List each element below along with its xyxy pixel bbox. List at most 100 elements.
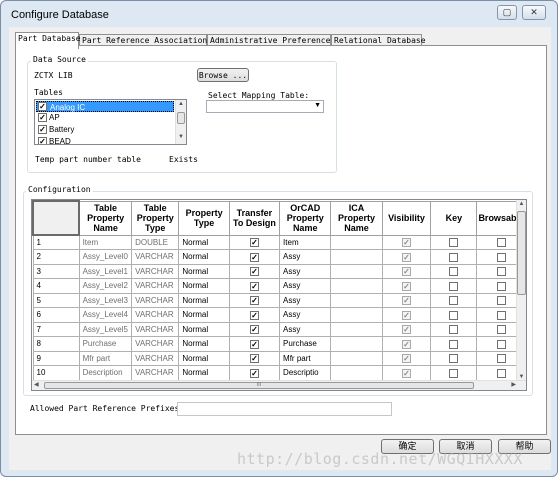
cell-transfer-to-design[interactable]: ✓ bbox=[228, 350, 281, 366]
cell-key[interactable] bbox=[430, 278, 478, 294]
cell-ica-property-name[interactable] bbox=[330, 336, 383, 352]
check-icon[interactable]: ✓ bbox=[38, 125, 47, 134]
check-icon[interactable]: ✓ bbox=[402, 238, 412, 248]
scroll-down-icon[interactable]: ▼ bbox=[177, 134, 185, 143]
mapping-table-select[interactable]: ▼ bbox=[206, 100, 324, 113]
cell-table-property-type[interactable]: VARCHAR bbox=[131, 263, 180, 279]
check-icon[interactable]: ✓ bbox=[402, 296, 412, 306]
grid-vertical-scrollbar[interactable]: ▲ ▼ bbox=[516, 200, 526, 381]
listbox-scrollbar[interactable]: ▲ ▼ bbox=[175, 100, 186, 144]
scroll-left-icon[interactable]: ◀ bbox=[34, 381, 39, 388]
cell-table-property-name[interactable]: Assy_Level2 bbox=[78, 278, 133, 294]
cell-property-type[interactable]: Normal bbox=[178, 365, 230, 381]
cell-table-property-type[interactable]: VARCHAR bbox=[131, 278, 180, 294]
check-icon[interactable]: ✓ bbox=[38, 137, 47, 144]
check-icon[interactable]: ✓ bbox=[402, 339, 412, 349]
cell-orcad-property-name[interactable]: Assy bbox=[279, 263, 332, 279]
cell-table-property-name[interactable]: Assy_Level1 bbox=[78, 263, 133, 279]
check-icon[interactable] bbox=[496, 325, 506, 335]
cell-property-type[interactable]: Normal bbox=[178, 278, 230, 294]
column-header[interactable]: Table Property Type bbox=[131, 200, 180, 236]
configuration-grid[interactable]: Table Property Name Table Property Type … bbox=[31, 199, 527, 391]
cell-transfer-to-design[interactable]: ✓ bbox=[228, 249, 281, 265]
check-icon[interactable] bbox=[449, 238, 459, 248]
cell-key[interactable] bbox=[430, 321, 478, 337]
cell-transfer-to-design[interactable]: ✓ bbox=[228, 292, 281, 308]
cell-table-property-name[interactable]: Mfr part bbox=[78, 350, 133, 366]
cell-transfer-to-design[interactable]: ✓ bbox=[228, 321, 281, 337]
list-item[interactable]: Battery bbox=[36, 124, 174, 135]
cell-table-property-type[interactable]: VARCHAR bbox=[131, 336, 180, 352]
column-header[interactable]: Property Type bbox=[178, 200, 230, 236]
scroll-up-icon[interactable]: ▲ bbox=[177, 101, 185, 110]
cell-visibility[interactable]: ✓ bbox=[381, 234, 432, 250]
row-number[interactable]: 7 bbox=[32, 321, 80, 337]
cell-visibility[interactable]: ✓ bbox=[381, 307, 432, 323]
cell-visibility[interactable]: ✓ bbox=[381, 321, 432, 337]
cell-orcad-property-name[interactable]: Purchase bbox=[279, 336, 332, 352]
grid-scroll-thumb[interactable] bbox=[517, 211, 526, 295]
check-icon[interactable]: ✓ bbox=[249, 238, 259, 248]
check-icon[interactable] bbox=[449, 281, 459, 291]
cell-key[interactable] bbox=[430, 307, 478, 323]
cell-visibility[interactable]: ✓ bbox=[381, 249, 432, 265]
cell-ica-property-name[interactable] bbox=[330, 263, 383, 279]
cell-ica-property-name[interactable] bbox=[330, 307, 383, 323]
list-item[interactable]: Analog IC bbox=[36, 101, 174, 112]
cell-table-property-type[interactable]: DOUBLE bbox=[131, 234, 180, 250]
cell-property-type[interactable]: Normal bbox=[178, 292, 230, 308]
check-icon[interactable] bbox=[449, 325, 459, 335]
grid-hscroll-thumb[interactable]: III bbox=[44, 382, 474, 389]
check-icon[interactable]: ✓ bbox=[249, 310, 259, 320]
cell-orcad-property-name[interactable]: Assy bbox=[279, 278, 332, 294]
cell-table-property-type[interactable]: VARCHAR bbox=[131, 292, 180, 308]
cell-transfer-to-design[interactable]: ✓ bbox=[228, 336, 281, 352]
cell-table-property-type[interactable]: VARCHAR bbox=[131, 249, 180, 265]
check-icon[interactable]: ✓ bbox=[402, 368, 412, 378]
check-icon[interactable] bbox=[496, 310, 506, 320]
cell-orcad-property-name[interactable]: Descriptio bbox=[279, 365, 332, 381]
cell-table-property-type[interactable]: VARCHAR bbox=[131, 365, 180, 381]
check-icon[interactable] bbox=[496, 252, 506, 262]
check-icon[interactable] bbox=[449, 354, 459, 364]
cell-visibility[interactable]: ✓ bbox=[381, 365, 432, 381]
table-row[interactable]: 6 Assy_Level4 VARCHAR Normal ✓ Assy ✓ bbox=[32, 307, 526, 323]
cell-key[interactable] bbox=[430, 350, 478, 366]
check-icon[interactable] bbox=[496, 339, 506, 349]
table-row[interactable]: 4 Assy_Level2 VARCHAR Normal ✓ Assy ✓ bbox=[32, 278, 526, 294]
cell-orcad-property-name[interactable]: Assy bbox=[279, 307, 332, 323]
check-icon[interactable] bbox=[449, 267, 459, 277]
grid-horizontal-scrollbar[interactable]: ◀ III ▶ bbox=[32, 380, 526, 390]
check-icon[interactable]: ✓ bbox=[249, 296, 259, 306]
cell-ica-property-name[interactable] bbox=[330, 249, 383, 265]
dropdown-arrow-icon[interactable]: ▼ bbox=[314, 102, 321, 109]
close-icon[interactable]: ✕ bbox=[522, 5, 546, 20]
check-icon[interactable]: ✓ bbox=[249, 252, 259, 262]
cell-table-property-name[interactable]: Assy_Level0 bbox=[78, 249, 133, 265]
row-number[interactable]: 9 bbox=[32, 350, 80, 366]
cell-table-property-name[interactable]: Assy_Level4 bbox=[78, 307, 133, 323]
check-icon[interactable] bbox=[496, 238, 506, 248]
cell-visibility[interactable]: ✓ bbox=[381, 350, 432, 366]
cell-key[interactable] bbox=[430, 292, 478, 308]
table-row[interactable]: 8 Purchase VARCHAR Normal ✓ Purchase ✓ bbox=[32, 336, 526, 352]
row-number[interactable]: 2 bbox=[32, 249, 80, 265]
restore-icon[interactable]: ▢ bbox=[497, 5, 517, 20]
cell-property-type[interactable]: Normal bbox=[178, 321, 230, 337]
scroll-up-icon[interactable]: ▲ bbox=[517, 201, 526, 207]
row-number[interactable]: 1 bbox=[32, 234, 80, 250]
browse-button[interactable]: Browse ... bbox=[197, 68, 249, 82]
cell-key[interactable] bbox=[430, 336, 478, 352]
list-item[interactable]: AP bbox=[36, 112, 174, 123]
check-icon[interactable] bbox=[496, 267, 506, 277]
cell-orcad-property-name[interactable]: Assy bbox=[279, 292, 332, 308]
scroll-right-icon[interactable]: ▶ bbox=[511, 381, 516, 388]
cell-ica-property-name[interactable] bbox=[330, 321, 383, 337]
row-number[interactable]: 6 bbox=[32, 307, 80, 323]
cell-transfer-to-design[interactable]: ✓ bbox=[228, 263, 281, 279]
table-row[interactable]: 2 Assy_Level0 VARCHAR Normal ✓ Assy ✓ bbox=[32, 249, 526, 265]
check-icon[interactable]: ✓ bbox=[249, 339, 259, 349]
table-row[interactable]: 1 Item DOUBLE Normal ✓ Item ✓ bbox=[32, 234, 526, 250]
check-icon[interactable]: ✓ bbox=[38, 113, 47, 122]
cell-property-type[interactable]: Normal bbox=[178, 263, 230, 279]
